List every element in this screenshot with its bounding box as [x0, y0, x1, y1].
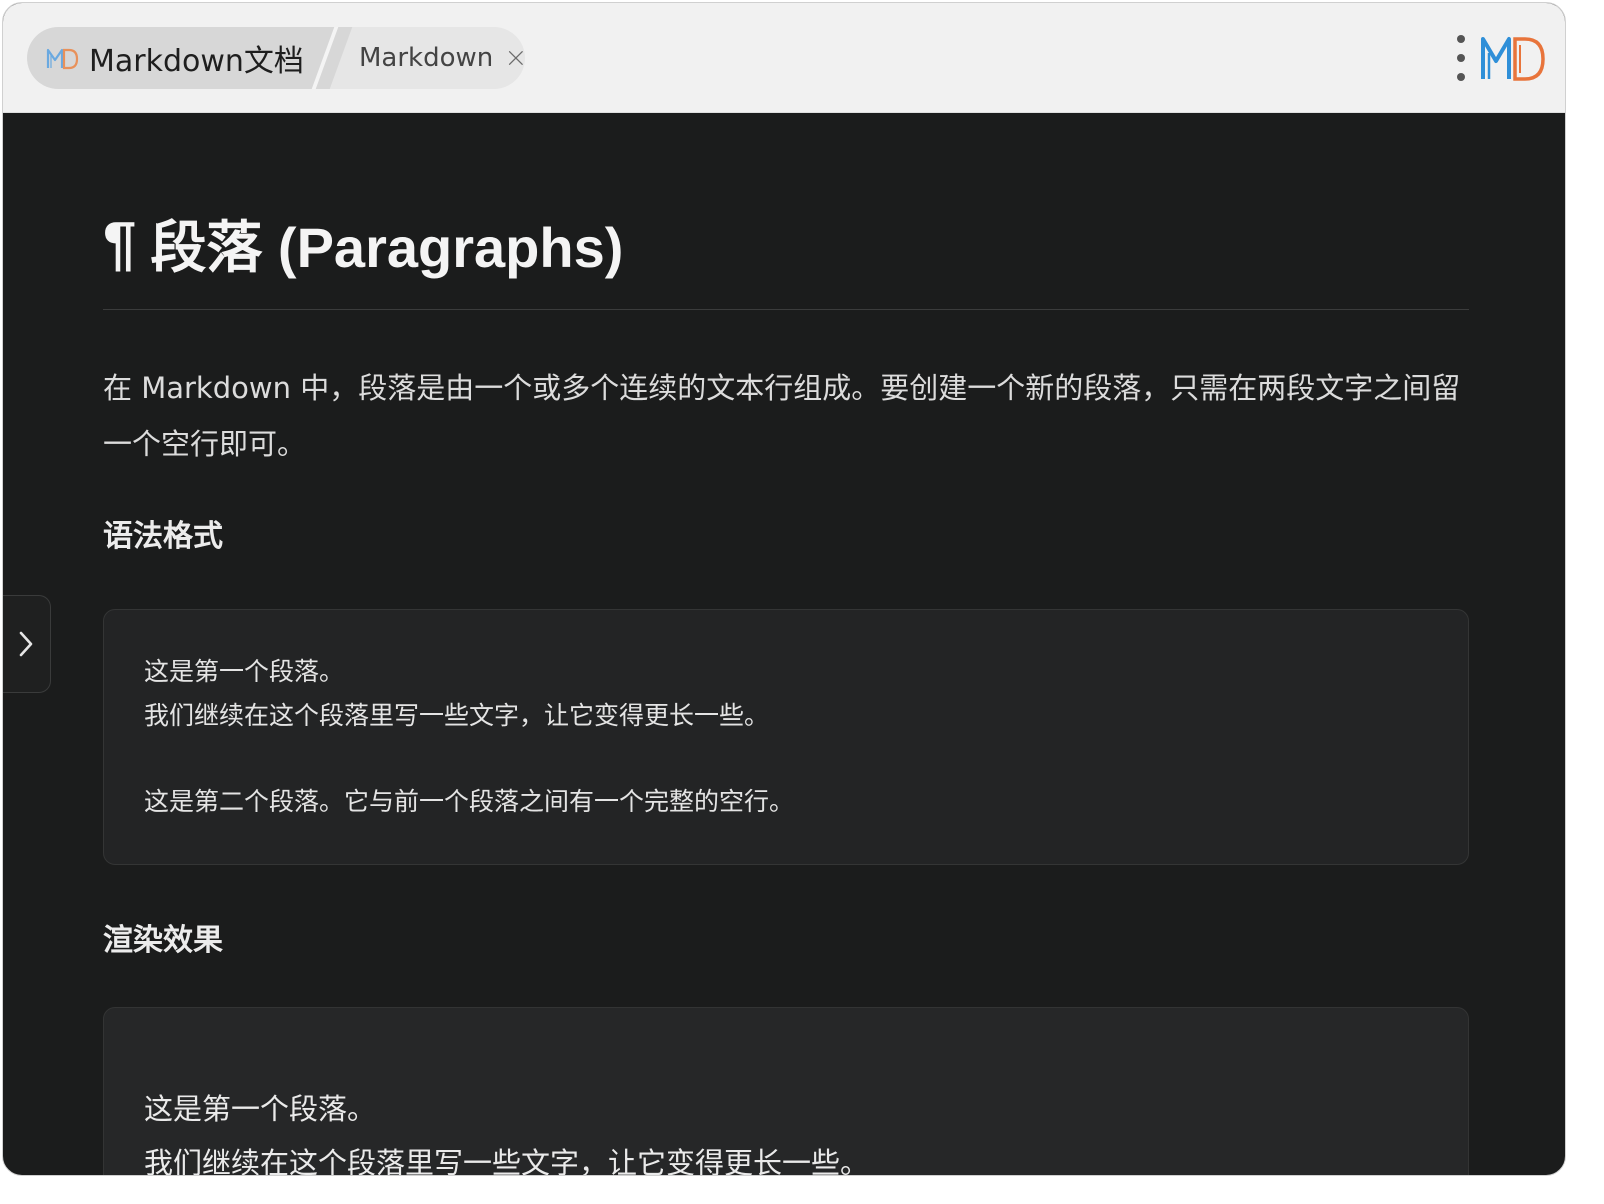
tab-strip: Markdown文档 Markdown — [27, 27, 525, 89]
menu-dot — [1457, 73, 1465, 81]
render-preview: 这是第一个段落。 我们继续在这个段落里写一些文字，让它变得更长一些。 — [103, 1007, 1469, 1176]
tab-markdown[interactable]: Markdown — [339, 27, 525, 89]
code-block: 这是第一个段落。 我们继续在这个段落里写一些文字，让它变得更长一些。 这是第二个… — [103, 609, 1469, 865]
more-vertical-icon[interactable] — [1450, 35, 1472, 81]
page-title-text: 段落 (Paragraphs) — [150, 215, 624, 279]
render-line: 我们继续在这个段落里写一些文字，让它变得更长一些。 — [144, 1146, 870, 1176]
code-line: 我们继续在这个段落里写一些文字，让它变得更长一些。 — [144, 701, 770, 730]
code-line: 这是第一个段落。 — [144, 657, 345, 686]
tab-markdown-docs[interactable]: Markdown文档 — [27, 27, 327, 89]
intro-paragraph: 在 Markdown 中，段落是由一个或多个连续的文本行组成。要创建一个新的段落… — [103, 371, 1461, 461]
render-heading: 渲染效果 — [103, 923, 223, 958]
md-logo-icon — [1481, 37, 1545, 81]
menu-dot — [1457, 54, 1465, 62]
menu-dot — [1457, 35, 1465, 43]
render-line: 这是第一个段落。 — [144, 1092, 377, 1126]
page-title: ¶ 段落 (Paragraphs) — [103, 199, 1469, 287]
chevron-right-icon — [19, 631, 32, 657]
code-line: 这是第二个段落。它与前一个段落之间有一个完整的空行。 — [144, 787, 795, 816]
md-logo-icon — [46, 48, 79, 70]
title-divider — [103, 309, 1469, 310]
tab-label: Markdown文档 — [89, 44, 304, 79]
syntax-heading: 语法格式 — [103, 519, 223, 554]
title-bar: Markdown文档 Markdown — [3, 3, 1565, 113]
tab-label: Markdown — [359, 43, 494, 73]
close-icon[interactable] — [507, 44, 525, 72]
document-content: ¶ 段落 (Paragraphs) 在 Markdown 中，段落是由一个或多个… — [103, 199, 1469, 1175]
pilcrow-icon[interactable]: ¶ — [103, 209, 136, 278]
sidebar-toggle-button[interactable] — [3, 595, 51, 693]
app-window: Markdown文档 Markdown ¶ 段落 (Paragraphs) 在 … — [2, 2, 1566, 1176]
